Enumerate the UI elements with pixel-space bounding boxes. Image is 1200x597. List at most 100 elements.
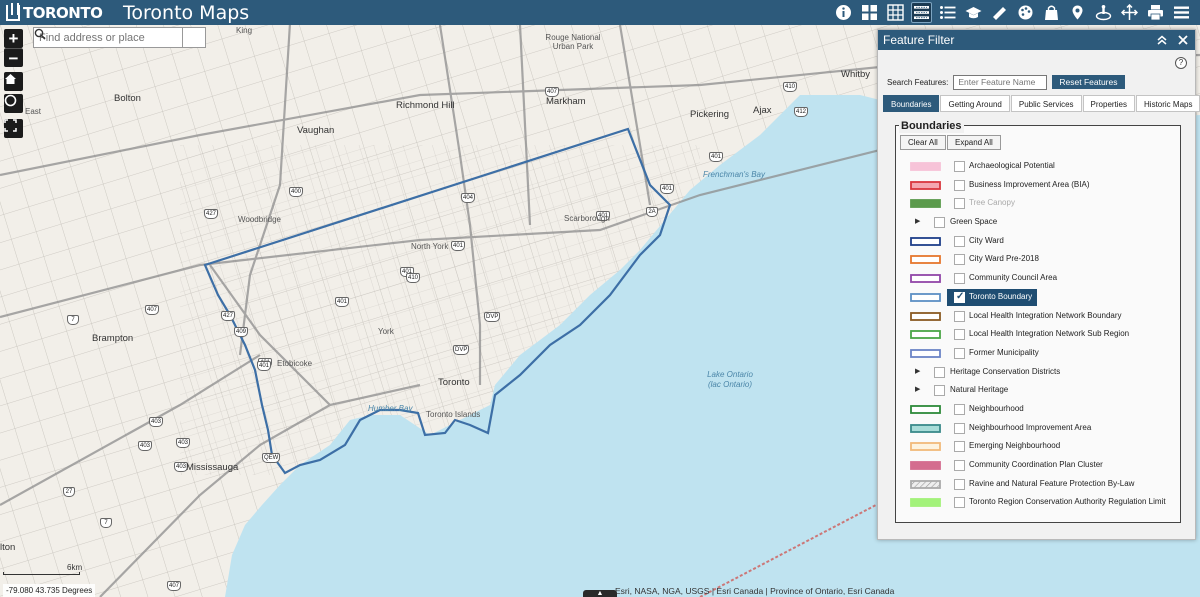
- toolbar-button-layers-grid[interactable]: [885, 2, 906, 23]
- tab-properties[interactable]: Properties: [1082, 95, 1136, 112]
- layer-checkbox[interactable]: [954, 422, 965, 434]
- layer-row[interactable]: Toronto Region Conservation Authority Re…: [896, 493, 1180, 512]
- toolbar-button-measure-ruler[interactable]: [989, 2, 1010, 23]
- layer-row[interactable]: Local Health Integration Network Boundar…: [896, 307, 1180, 326]
- layer-checkbox[interactable]: [954, 478, 965, 490]
- toolbar-button-share[interactable]: [1119, 2, 1140, 23]
- toronto-logo[interactable]: TORONTO: [6, 2, 103, 22]
- layer-row[interactable]: Neighbourhood Improvement Area: [896, 419, 1180, 438]
- layer-label: Former Municipality: [969, 347, 1039, 357]
- layer-row[interactable]: Emerging Neighbourhood: [896, 437, 1180, 456]
- layer-group-row[interactable]: ▶ Natural Heritage: [896, 381, 1180, 400]
- layer-checkbox[interactable]: [954, 179, 965, 191]
- map-label: Markham: [546, 96, 586, 107]
- layer-row[interactable]: Toronto Boundary: [896, 288, 1180, 307]
- zoom-out-button[interactable]: −: [4, 48, 23, 67]
- layer-row[interactable]: Ravine and Natural Feature Protection By…: [896, 475, 1180, 494]
- layer-label: Local Health Integration Network Boundar…: [969, 310, 1122, 320]
- toolbar-button-print[interactable]: [1145, 2, 1166, 23]
- expand-arrow-icon[interactable]: ▶: [915, 217, 920, 225]
- toolbar-button-palette[interactable]: [1015, 2, 1036, 23]
- toolbar-button-hand-pointer[interactable]: [1093, 2, 1114, 23]
- toolbar-button-basemap-grid[interactable]: [859, 2, 880, 23]
- search-button[interactable]: [34, 28, 205, 47]
- tab-getting-around[interactable]: Getting Around: [940, 95, 1010, 112]
- layer-checkbox[interactable]: [954, 329, 965, 341]
- toolbar: [833, 0, 1192, 25]
- layer-checkbox[interactable]: [954, 441, 965, 453]
- menu-icon: [1174, 6, 1189, 19]
- layer-label: Heritage Conservation Districts: [950, 366, 1061, 376]
- layer-swatch: [910, 405, 941, 414]
- highway-shield: 403: [149, 417, 164, 427]
- map-attribution: Esri, NASA, NGA, USGS | Esri Canada | Pr…: [615, 586, 895, 596]
- toolbar-button-locate[interactable]: [1067, 2, 1088, 23]
- layer-row[interactable]: Business Improvement Area (BIA): [896, 176, 1180, 195]
- layer-label: City Ward Pre-2018: [969, 254, 1039, 264]
- layer-list: Archaeological Potential Business Improve…: [896, 157, 1180, 512]
- scale-bar: 6km: [3, 563, 83, 575]
- toolbar-button-list[interactable]: [937, 2, 958, 23]
- home-button[interactable]: [4, 72, 23, 91]
- help-icon[interactable]: ?: [1175, 57, 1187, 69]
- toolbar-button-bag[interactable]: [1041, 2, 1062, 23]
- reset-features-button[interactable]: Reset Features: [1052, 75, 1125, 89]
- layer-label: Green Space: [950, 217, 998, 227]
- tab-boundaries[interactable]: Boundaries: [883, 95, 940, 112]
- layer-group-row[interactable]: ▶ Heritage Conservation Districts: [896, 363, 1180, 382]
- layer-checkbox[interactable]: [954, 460, 965, 471]
- zoom-in-button[interactable]: +: [4, 29, 23, 48]
- layer-row[interactable]: Former Municipality: [896, 344, 1180, 363]
- layer-row[interactable]: Community Council Area: [896, 269, 1180, 288]
- layer-checkbox[interactable]: [954, 161, 965, 172]
- map-label: North York: [411, 242, 449, 251]
- layer-checkbox[interactable]: [954, 347, 965, 359]
- highway-shield: 407: [167, 581, 182, 591]
- layer-checkbox[interactable]: [954, 198, 965, 210]
- highway-shield: 410: [783, 82, 798, 92]
- layer-checkbox[interactable]: [954, 235, 965, 247]
- layer-row[interactable]: Community Coordination Plan Cluster: [896, 456, 1180, 475]
- map-label: Ajax: [753, 105, 772, 116]
- layer-swatch: [910, 348, 941, 358]
- layer-checkbox[interactable]: [934, 385, 945, 397]
- fullscreen-button[interactable]: [4, 119, 23, 138]
- layer-label: Neighbourhood: [969, 403, 1024, 413]
- layer-checkbox[interactable]: [954, 403, 965, 415]
- layer-row[interactable]: Tree Canopy: [896, 194, 1180, 213]
- expand-all-button[interactable]: Expand All: [947, 135, 1001, 150]
- app-header: TORONTO Toronto Maps: [0, 0, 1200, 25]
- layer-checkbox[interactable]: [954, 291, 965, 303]
- map-label: Frenchman's Bay: [703, 170, 765, 179]
- layer-row[interactable]: City Ward Pre-2018: [896, 250, 1180, 269]
- locate-button[interactable]: [4, 94, 23, 113]
- close-panel-button[interactable]: [1176, 30, 1190, 50]
- layer-checkbox[interactable]: [954, 310, 965, 322]
- toolbar-button-info[interactable]: [833, 2, 854, 23]
- toolbar-button-feature-filter[interactable]: [911, 2, 932, 23]
- layer-row[interactable]: Local Health Integration Network Sub Reg…: [896, 325, 1180, 344]
- toolbar-button-menu[interactable]: [1171, 2, 1192, 23]
- tab-historic-maps[interactable]: Historic Maps: [1136, 95, 1200, 112]
- layer-row[interactable]: Neighbourhood: [896, 400, 1180, 419]
- layer-checkbox[interactable]: [934, 217, 945, 229]
- layer-checkbox[interactable]: [954, 254, 965, 266]
- highway-shield: DVP: [453, 345, 470, 355]
- expand-arrow-icon[interactable]: ▶: [915, 367, 920, 375]
- bottom-panel-toggle[interactable]: ▲: [583, 590, 617, 597]
- collapse-panel-button[interactable]: [1155, 30, 1169, 50]
- layer-checkbox[interactable]: [954, 273, 965, 285]
- expand-arrow-icon[interactable]: ▶: [915, 385, 920, 393]
- tab-public-services[interactable]: Public Services: [1010, 95, 1082, 112]
- layer-checkbox[interactable]: [954, 497, 965, 509]
- layer-group-row[interactable]: ▶ Green Space: [896, 213, 1180, 232]
- layer-row[interactable]: City Ward: [896, 232, 1180, 251]
- address-search-input[interactable]: [34, 28, 182, 47]
- layer-checkbox[interactable]: [934, 366, 945, 378]
- feature-search-input[interactable]: [953, 74, 1048, 90]
- clear-all-button[interactable]: Clear All: [900, 135, 946, 150]
- layer-row[interactable]: Archaeological Potential: [896, 157, 1180, 176]
- section-title: Boundaries: [899, 119, 964, 133]
- map-label: lton: [0, 542, 16, 553]
- toolbar-button-graduation-cap[interactable]: [963, 2, 984, 23]
